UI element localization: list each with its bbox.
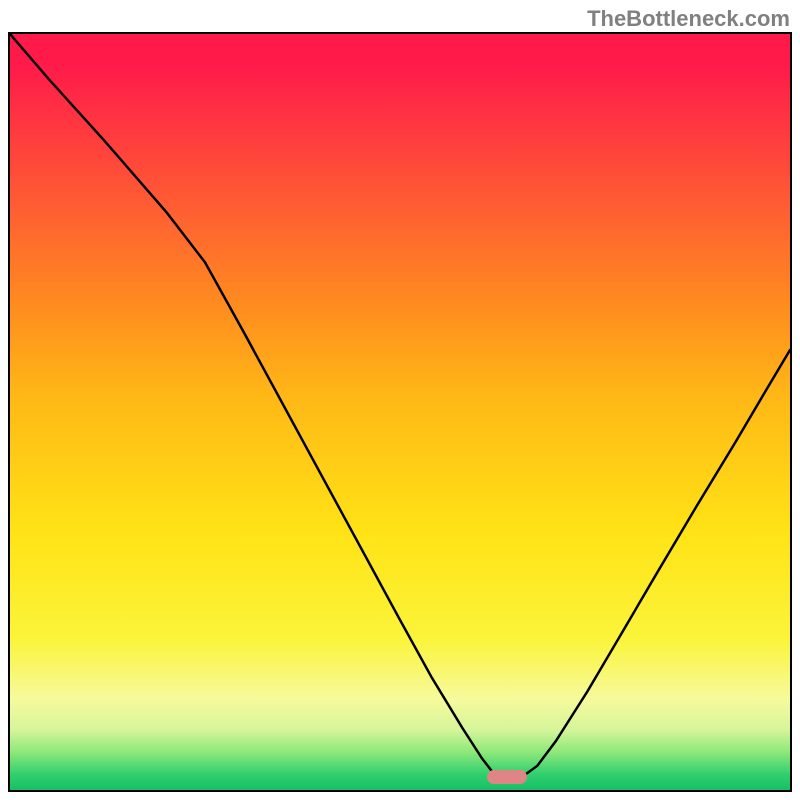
watermark-text: TheBottleneck.com: [587, 6, 790, 32]
chart-stage: TheBottleneck.com: [0, 0, 800, 800]
plot-area: [8, 32, 792, 792]
bottleneck-curve: [10, 34, 790, 779]
curve-layer: [10, 34, 790, 790]
optimal-marker: [487, 770, 527, 784]
